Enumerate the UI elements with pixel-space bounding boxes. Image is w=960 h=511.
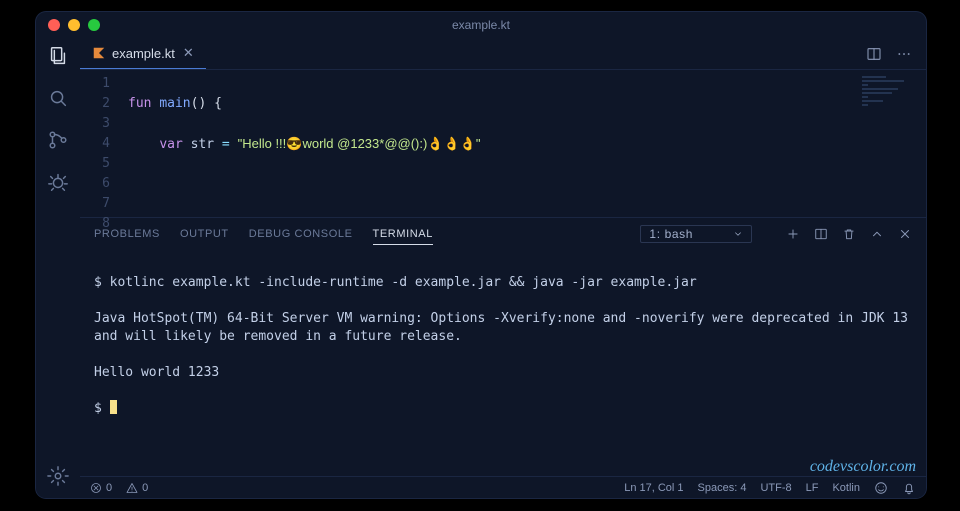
status-cursor-position[interactable]: Ln 17, Col 1: [624, 482, 683, 494]
close-panel-icon[interactable]: [898, 227, 912, 241]
maximize-panel-icon[interactable]: [870, 227, 884, 241]
terminal-selector[interactable]: 1: bash: [640, 225, 752, 243]
tab-terminal[interactable]: TERMINAL: [373, 228, 433, 245]
more-actions-icon[interactable]: [896, 46, 912, 62]
search-icon[interactable]: [46, 86, 70, 110]
kill-terminal-icon[interactable]: [842, 227, 856, 241]
minimap[interactable]: [862, 74, 922, 114]
status-encoding[interactable]: UTF-8: [760, 482, 791, 494]
editor-window: example.kt example: [36, 12, 926, 498]
status-indentation[interactable]: Spaces: 4: [698, 482, 747, 494]
terminal-output[interactable]: $ kotlinc example.kt -include-runtime -d…: [80, 250, 926, 476]
code-content[interactable]: fun main() { var str = "Hello !!!😎world …: [124, 70, 926, 217]
tab-bar: example.kt ✕: [80, 38, 926, 70]
split-editor-icon[interactable]: [866, 46, 882, 62]
notifications-icon[interactable]: [902, 481, 916, 495]
activity-bar: [36, 38, 80, 498]
watermark: codevscolor.com: [810, 458, 916, 476]
settings-icon[interactable]: [46, 464, 70, 488]
new-terminal-icon[interactable]: [786, 227, 800, 241]
line-numbers: 12345678: [80, 70, 124, 217]
bottom-panel: PROBLEMS OUTPUT DEBUG CONSOLE TERMINAL 1…: [80, 217, 926, 476]
explorer-icon[interactable]: [46, 44, 70, 68]
kotlin-file-icon: [92, 46, 106, 60]
tab-label: example.kt: [112, 46, 175, 61]
tab-example-kt[interactable]: example.kt ✕: [80, 38, 206, 69]
chevron-down-icon: [733, 229, 743, 239]
status-warnings[interactable]: 0: [126, 482, 148, 494]
status-bar: 0 0 Ln 17, Col 1 Spaces: 4 UTF-8 LF Kotl…: [80, 476, 926, 498]
tab-output[interactable]: OUTPUT: [180, 228, 229, 240]
status-language[interactable]: Kotlin: [832, 482, 860, 494]
close-tab-icon[interactable]: ✕: [183, 45, 194, 61]
maximize-window-button[interactable]: [88, 19, 100, 31]
status-eol[interactable]: LF: [806, 482, 819, 494]
debug-icon[interactable]: [46, 170, 70, 194]
close-window-button[interactable]: [48, 19, 60, 31]
titlebar: example.kt: [36, 12, 926, 38]
window-controls: [48, 19, 100, 31]
terminal-cursor: [110, 400, 117, 414]
feedback-icon[interactable]: [874, 481, 888, 495]
split-terminal-icon[interactable]: [814, 227, 828, 241]
minimize-window-button[interactable]: [68, 19, 80, 31]
window-title: example.kt: [36, 18, 926, 32]
tab-debug-console[interactable]: DEBUG CONSOLE: [249, 228, 353, 240]
editor[interactable]: 12345678 fun main() { var str = "Hello !…: [80, 70, 926, 217]
source-control-icon[interactable]: [46, 128, 70, 152]
status-errors[interactable]: 0: [90, 482, 112, 494]
